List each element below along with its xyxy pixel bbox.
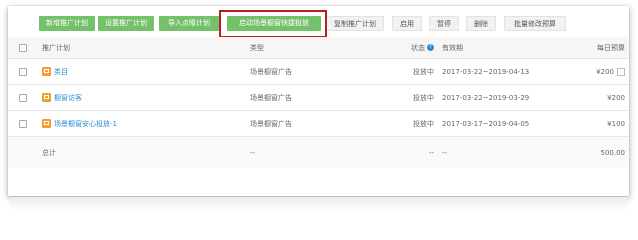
total-select-cell xyxy=(8,136,38,168)
total-budget: 500.00 xyxy=(548,136,629,168)
highlight-box xyxy=(219,10,327,38)
set-plan-button[interactable]: 设置推广计划 xyxy=(98,16,154,31)
col-budget: 每日预算 xyxy=(548,37,629,59)
plan-cell: 场景橱窗安心投放-1 xyxy=(38,110,246,137)
mail-icon xyxy=(42,67,51,76)
import-plan-button[interactable]: 导入点睛计划 xyxy=(159,16,219,31)
info-icon[interactable]: ? xyxy=(427,44,434,51)
row-checkbox[interactable] xyxy=(19,119,27,128)
copy-plan-button[interactable]: 复制推广计划 xyxy=(326,16,384,31)
col-status: 状态? xyxy=(374,37,438,59)
batch-budget-button[interactable]: 批量修改预算 xyxy=(504,16,566,31)
row-checkbox[interactable] xyxy=(19,93,27,102)
panel-shadow xyxy=(10,197,627,211)
period-cell: 2017-03-22~2019-03-29 xyxy=(438,84,548,111)
mail-icon xyxy=(42,93,51,102)
status-cell: 投放中 xyxy=(374,84,438,111)
pause-button[interactable]: 暂停 xyxy=(429,16,459,31)
budget-cell: ¥200 xyxy=(548,58,629,85)
period-cell: 2017-03-17~2019-04-05 xyxy=(438,110,548,137)
col-status-label: 状态 xyxy=(411,43,425,52)
table-row: 场景橱窗安心投放-1 场景橱窗广告 投放中 2017-03-17~2019-04… xyxy=(8,110,629,137)
total-status: -- xyxy=(374,136,438,168)
delete-button[interactable]: 删除 xyxy=(466,16,496,31)
total-type: -- xyxy=(246,136,374,168)
total-label: 总计 xyxy=(38,136,246,168)
type-cell: 场景橱窗广告 xyxy=(246,110,374,137)
select-all-cell xyxy=(8,37,38,59)
campaign-table: 推广计划 类型 状态? 有效期 每日预算 类目 场景橱窗广告 投放中 2017-… xyxy=(8,37,629,168)
period-cell: 2017-03-22~2019-04-13 xyxy=(438,58,548,85)
edit-budget-icon[interactable] xyxy=(617,67,625,76)
enable-button[interactable]: 启用 xyxy=(392,16,422,31)
col-plan: 推广计划 xyxy=(38,37,246,59)
table-header: 推广计划 类型 状态? 有效期 每日预算 xyxy=(8,37,629,59)
budget-cell: ¥200 xyxy=(548,84,629,111)
plan-cell: 橱窗访客 xyxy=(38,84,246,111)
plan-link[interactable]: 类目 xyxy=(54,68,68,76)
table-row: 类目 场景橱窗广告 投放中 2017-03-22~2019-04-13 ¥200 xyxy=(8,58,629,85)
budget-cell: ¥100 xyxy=(548,110,629,137)
select-all-checkbox[interactable] xyxy=(19,43,27,52)
plan-cell: 类目 xyxy=(38,58,246,85)
row-select-cell xyxy=(8,110,38,137)
row-select-cell xyxy=(8,84,38,111)
row-select-cell xyxy=(8,58,38,85)
col-type: 类型 xyxy=(246,37,374,59)
budget-value[interactable]: ¥200 xyxy=(596,68,614,76)
table-row: 橱窗访客 场景橱窗广告 投放中 2017-03-22~2019-03-29 ¥2… xyxy=(8,84,629,111)
row-checkbox[interactable] xyxy=(19,67,27,76)
col-period: 有效期 xyxy=(438,37,548,59)
new-plan-button[interactable]: 新增推广计划 xyxy=(39,16,95,31)
type-cell: 场景橱窗广告 xyxy=(246,84,374,111)
type-cell: 场景橱窗广告 xyxy=(246,58,374,85)
total-period: -- xyxy=(438,136,548,168)
plan-link[interactable]: 场景橱窗安心投放-1 xyxy=(54,120,117,128)
mail-icon xyxy=(42,119,51,128)
status-cell: 投放中 xyxy=(374,58,438,85)
status-cell: 投放中 xyxy=(374,110,438,137)
plan-link[interactable]: 橱窗访客 xyxy=(54,94,82,102)
total-row: 总计 -- -- -- 500.00 xyxy=(8,136,629,168)
